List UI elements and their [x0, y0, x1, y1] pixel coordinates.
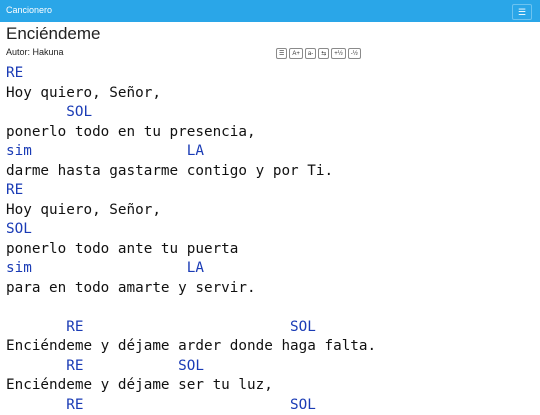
- chord-line: RE SOL: [6, 318, 536, 338]
- lyric-line: ponerlo todo en tu presencia,: [6, 123, 536, 143]
- song-toolbar: ☰ A+ a- ⇆ +½ -½: [276, 48, 361, 59]
- navbar: Cancionero ☰: [0, 0, 540, 22]
- lyric-line: Enciéndeme y déjame arder donde haga fal…: [6, 337, 536, 357]
- lyric-line: para en todo amarte y servir.: [6, 279, 536, 299]
- chord-line: SOL: [6, 103, 536, 123]
- chord-line: sim LA: [6, 259, 536, 279]
- font-decrease-button[interactable]: a-: [305, 48, 316, 59]
- song-author: Autor: Hakuna: [6, 47, 64, 57]
- blank-line: [6, 298, 536, 318]
- chord-line: RE: [6, 64, 536, 84]
- song-body: REHoy quiero, Señor, SOLponerlo todo en …: [6, 64, 536, 415]
- columns-button[interactable]: ⇆: [318, 48, 329, 59]
- song-title: Enciéndeme: [6, 24, 101, 44]
- toggle-chords-button[interactable]: ☰: [276, 48, 287, 59]
- chord-line: RE: [6, 181, 536, 201]
- lyric-line: Hoy quiero, Señor,: [6, 201, 536, 221]
- hamburger-icon: ☰: [518, 8, 526, 17]
- chord-line: SOL: [6, 220, 536, 240]
- lyric-line: Enciéndeme y déjame ser tu luz,: [6, 376, 536, 396]
- font-increase-button[interactable]: A+: [289, 48, 303, 59]
- lyric-line: Hoy quiero, Señor,: [6, 84, 536, 104]
- chord-line: RE SOL: [6, 357, 536, 377]
- lyric-line: darme hasta gastarme contigo y por Ti.: [6, 162, 536, 182]
- transpose-up-button[interactable]: +½: [331, 48, 346, 59]
- menu-toggle-button[interactable]: ☰: [512, 4, 532, 20]
- chord-line: sim LA: [6, 142, 536, 162]
- transpose-down-button[interactable]: -½: [348, 48, 361, 59]
- chord-line: RE SOL: [6, 396, 536, 415]
- brand-link[interactable]: Cancionero: [6, 5, 52, 15]
- lyric-line: ponerlo todo ante tu puerta: [6, 240, 536, 260]
